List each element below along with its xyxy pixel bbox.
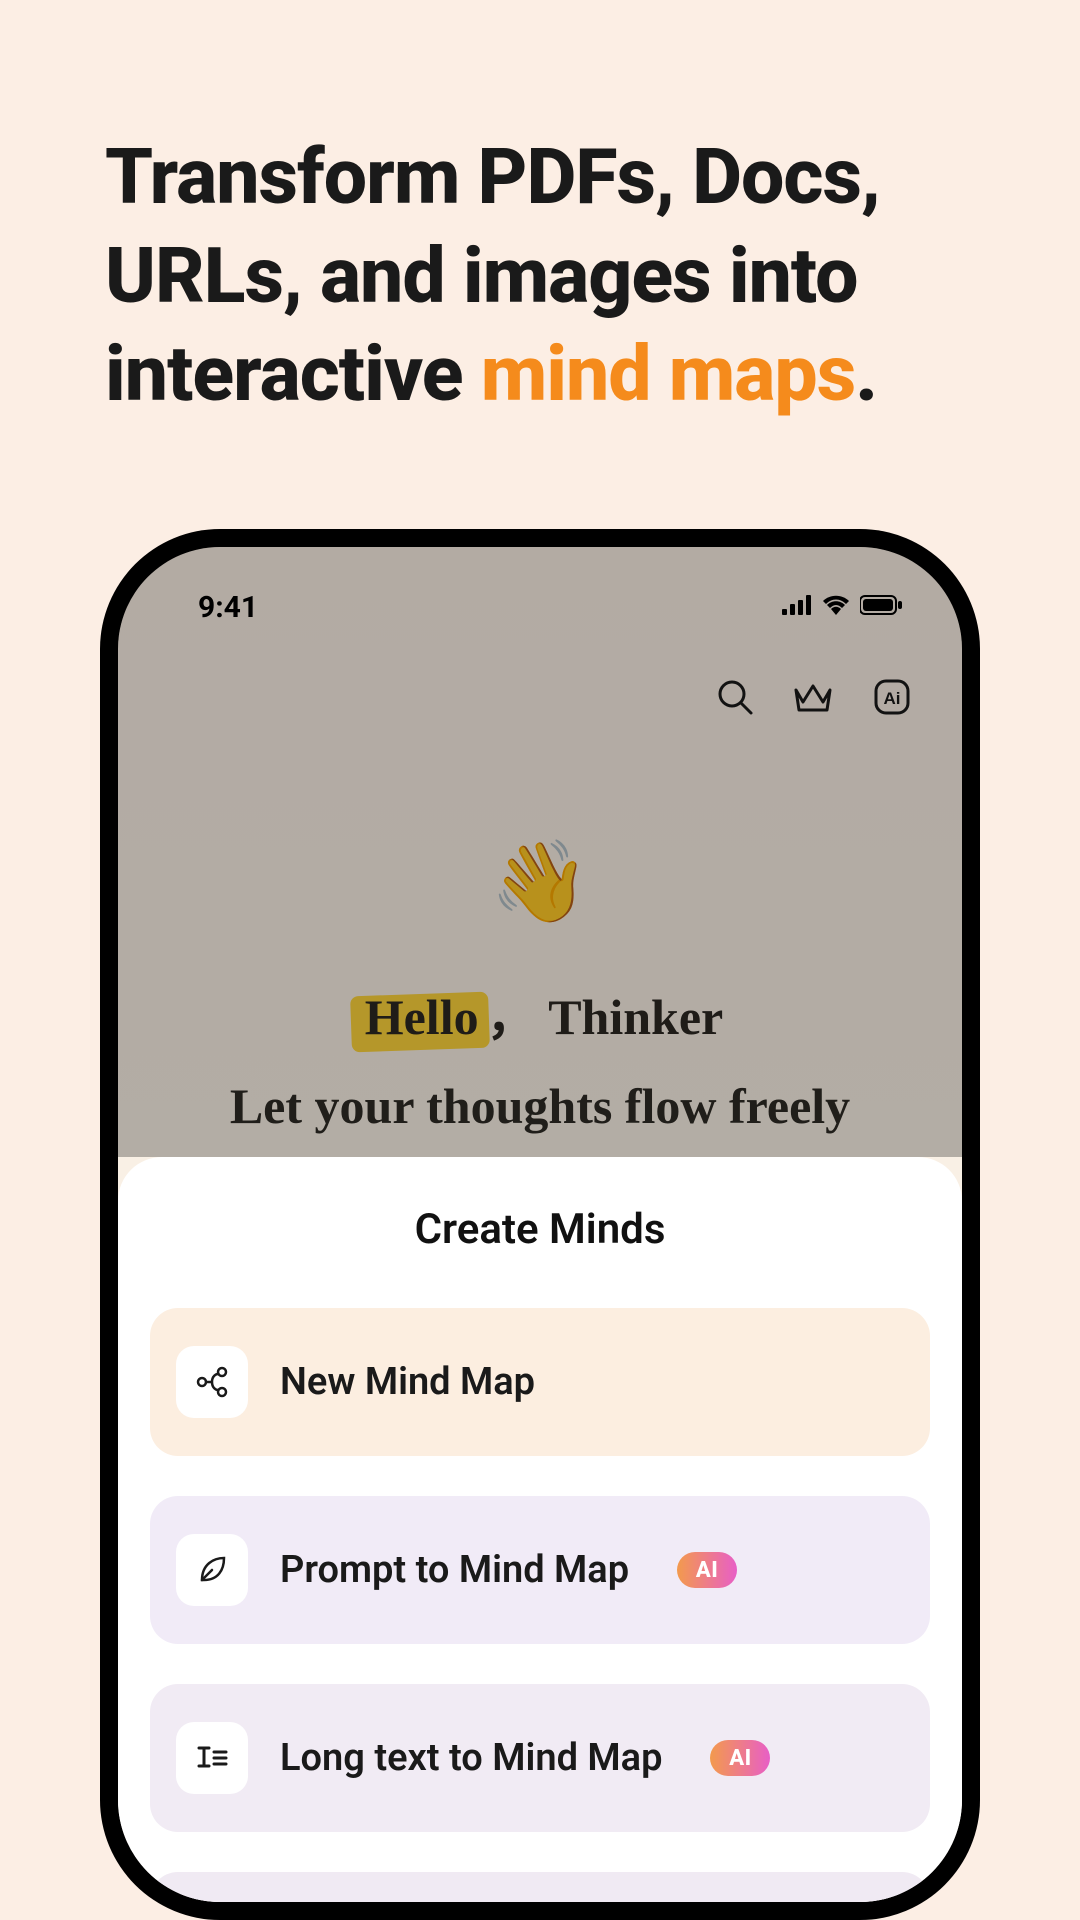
option-file-to-mind-map[interactable]: File to Mind Map AI	[150, 1872, 930, 1902]
leaf-icon	[176, 1534, 248, 1606]
create-minds-sheet: Create Minds New Mind Map Prompt to Mind…	[118, 1157, 962, 1902]
ai-badge: AI	[710, 1740, 770, 1776]
option-long-text-to-mind-map[interactable]: Long text to Mind Map AI	[150, 1684, 930, 1832]
modal-backdrop[interactable]	[118, 547, 962, 1157]
option-label: Prompt to Mind Map	[280, 1548, 629, 1592]
headline-post: .	[855, 329, 877, 419]
phone-device-frame: 9:41 Ai	[100, 529, 980, 1920]
option-label: Long text to Mind Map	[280, 1736, 662, 1780]
mind-network-icon	[176, 1346, 248, 1418]
phone-screen: 9:41 Ai	[118, 547, 962, 1902]
option-prompt-to-mind-map[interactable]: Prompt to Mind Map AI	[150, 1496, 930, 1644]
option-new-mind-map[interactable]: New Mind Map	[150, 1308, 930, 1456]
ai-badge: AI	[677, 1552, 737, 1588]
sheet-title: Create Minds	[150, 1205, 930, 1254]
option-label: New Mind Map	[280, 1360, 535, 1404]
headline-accent: mind maps	[481, 329, 856, 419]
marketing-headline: Transform PDFs, Docs, URLs, and images i…	[105, 128, 975, 424]
text-lines-icon	[176, 1722, 248, 1794]
